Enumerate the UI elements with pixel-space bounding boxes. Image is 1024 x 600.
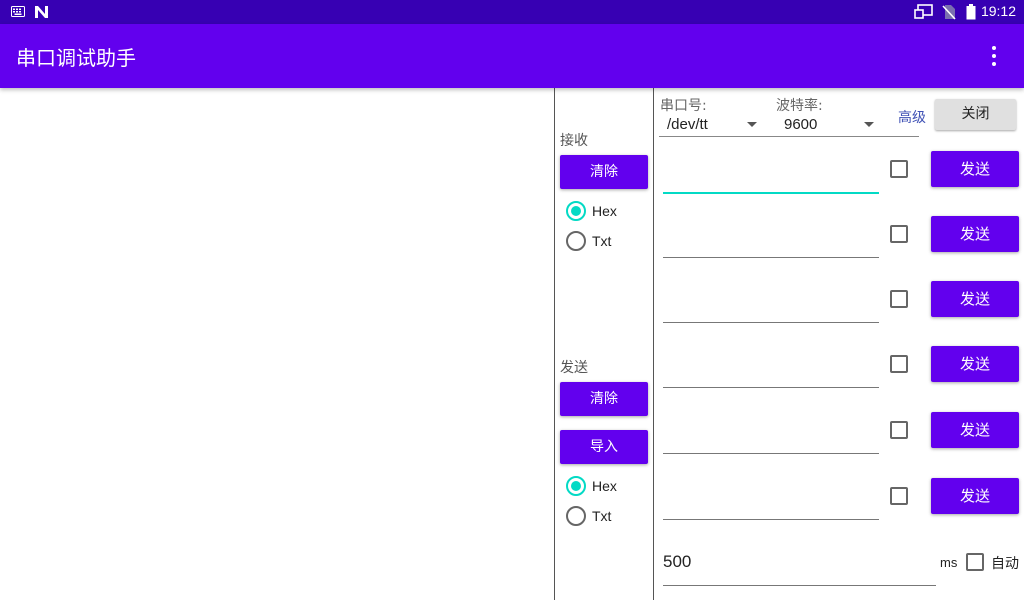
receive-clear-button[interactable]: 清除 bbox=[560, 155, 648, 189]
baud-label: 波特率: bbox=[776, 98, 823, 114]
app-title: 串口调试助手 bbox=[16, 46, 136, 70]
send-input-6[interactable] bbox=[663, 490, 879, 520]
interval-underline bbox=[663, 585, 936, 586]
send-button-2[interactable]: 发送 bbox=[931, 216, 1019, 252]
send-button-1[interactable]: 发送 bbox=[931, 151, 1019, 187]
receive-hex-radio[interactable]: Hex bbox=[566, 201, 617, 221]
baud-dropdown-icon[interactable] bbox=[864, 122, 874, 127]
send-hex-radio[interactable]: Hex bbox=[566, 476, 617, 496]
send-checkbox-4[interactable] bbox=[890, 355, 908, 373]
divider-right bbox=[653, 88, 654, 600]
advanced-link[interactable]: 高级 bbox=[898, 107, 926, 127]
status-bar: 19:12 bbox=[0, 0, 1024, 24]
send-button-5[interactable]: 发送 bbox=[931, 412, 1019, 448]
send-txt-radio[interactable]: Txt bbox=[566, 506, 611, 526]
config-underline bbox=[659, 136, 919, 137]
send-checkbox-1[interactable] bbox=[890, 160, 908, 178]
radio-unchecked-icon bbox=[566, 506, 586, 526]
close-port-button[interactable]: 关闭 bbox=[935, 99, 1016, 130]
radio-checked-icon bbox=[566, 201, 586, 221]
baud-spinner-value[interactable]: 9600 bbox=[784, 116, 844, 133]
auto-send-checkbox[interactable] bbox=[966, 553, 984, 571]
send-button-4[interactable]: 发送 bbox=[931, 346, 1019, 382]
keyboard-icon bbox=[11, 6, 25, 17]
send-checkbox-5[interactable] bbox=[890, 421, 908, 439]
send-label: 发送 bbox=[560, 360, 588, 376]
no-sim-icon bbox=[942, 5, 956, 20]
receive-text-area[interactable] bbox=[0, 88, 554, 600]
send-input-5[interactable] bbox=[663, 424, 879, 454]
send-checkbox-3[interactable] bbox=[890, 290, 908, 308]
interval-input[interactable]: 500 bbox=[663, 552, 691, 572]
send-clear-button[interactable]: 清除 bbox=[560, 382, 648, 416]
send-checkbox-6[interactable] bbox=[890, 487, 908, 505]
send-input-2[interactable] bbox=[663, 228, 879, 258]
status-time: 19:12 bbox=[980, 3, 1016, 19]
receive-txt-radio[interactable]: Txt bbox=[566, 231, 611, 251]
port-spinner-value[interactable]: /dev/tt bbox=[667, 116, 719, 133]
port-label: 串口号: bbox=[660, 98, 707, 114]
cast-icon bbox=[914, 4, 933, 19]
send-button-6[interactable]: 发送 bbox=[931, 478, 1019, 514]
radio-checked-icon bbox=[566, 476, 586, 496]
send-input-1[interactable] bbox=[663, 164, 879, 194]
port-dropdown-icon[interactable] bbox=[747, 122, 757, 127]
app-bar: 串口调试助手 bbox=[0, 24, 1024, 88]
n-notification-icon bbox=[35, 6, 48, 18]
divider-left bbox=[554, 88, 555, 600]
auto-send-label: 自动 bbox=[991, 556, 1019, 572]
interval-unit-label: ms bbox=[940, 555, 958, 570]
send-checkbox-2[interactable] bbox=[890, 225, 908, 243]
send-button-3[interactable]: 发送 bbox=[931, 281, 1019, 317]
radio-unchecked-icon bbox=[566, 231, 586, 251]
send-input-3[interactable] bbox=[663, 293, 879, 323]
more-vert-icon[interactable] bbox=[982, 44, 1006, 68]
receive-label: 接收 bbox=[560, 133, 588, 149]
battery-icon bbox=[966, 4, 976, 20]
send-input-4[interactable] bbox=[663, 358, 879, 388]
send-import-button[interactable]: 导入 bbox=[560, 430, 648, 464]
